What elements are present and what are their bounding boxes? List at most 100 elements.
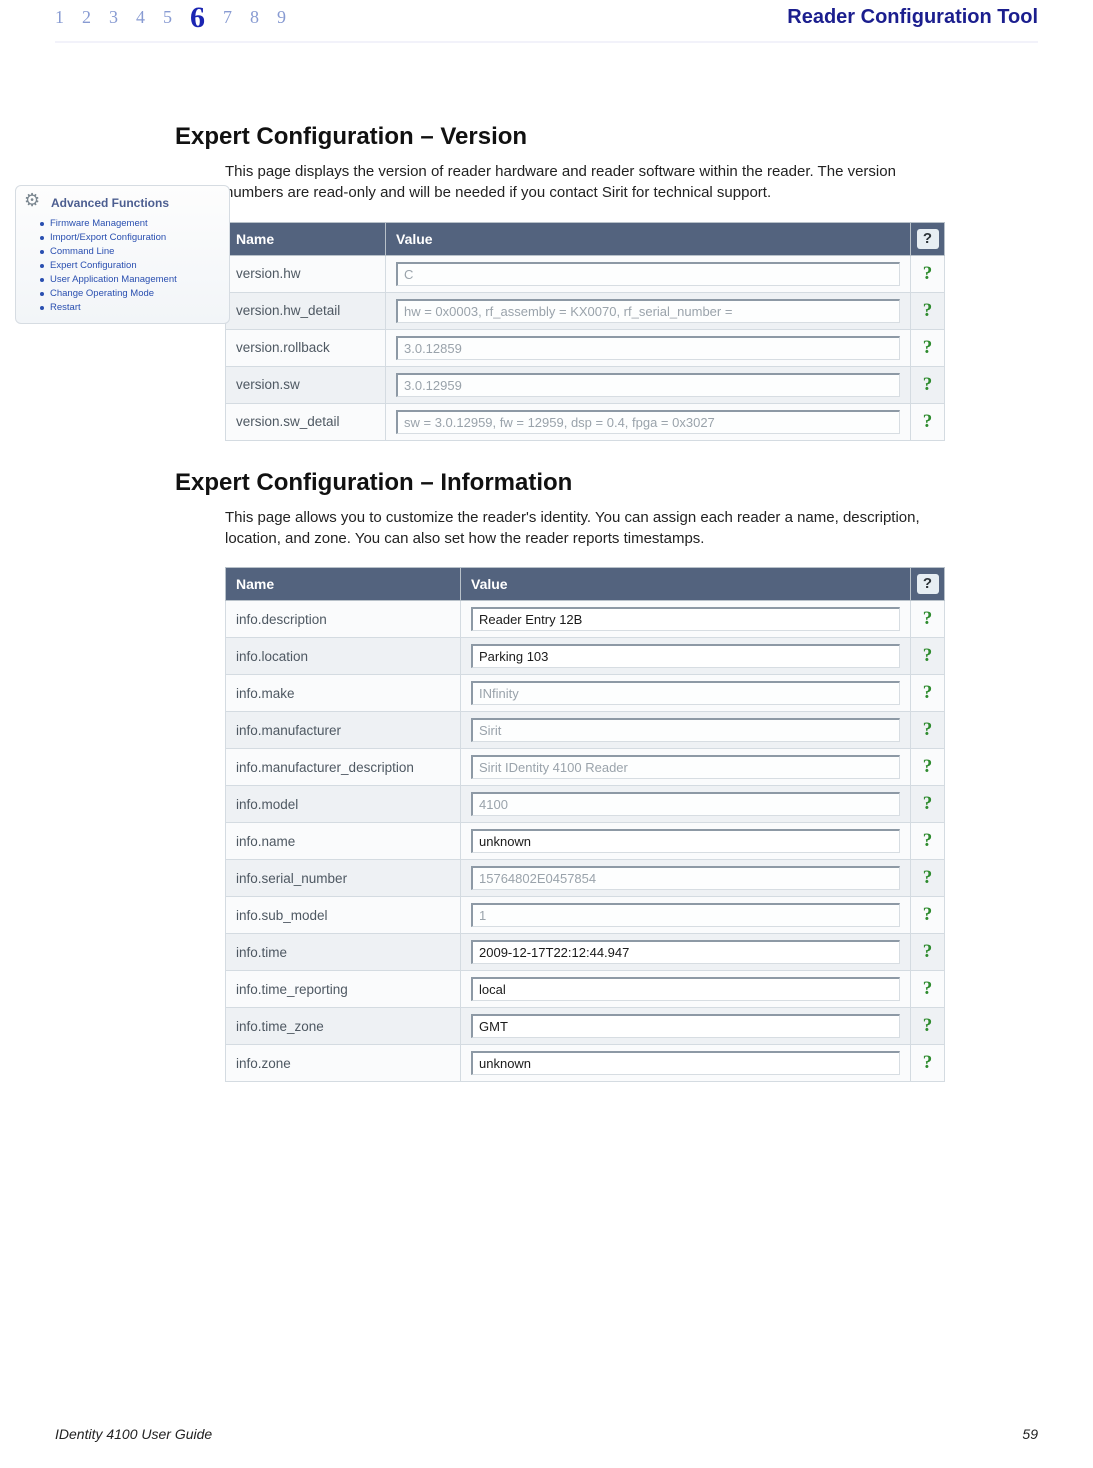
row-value-cell	[461, 638, 911, 675]
row-value-cell	[386, 255, 911, 292]
sidebar-item[interactable]: Restart	[42, 301, 221, 315]
row-value-input[interactable]	[471, 644, 900, 668]
row-value-cell	[461, 1008, 911, 1045]
row-value-input	[471, 718, 900, 742]
row-help-cell: ?	[911, 403, 945, 440]
column-help-header[interactable]: ?	[911, 222, 945, 255]
sidebar-list: Firmware ManagementImport/Export Configu…	[24, 217, 221, 315]
row-value-input	[471, 755, 900, 779]
sidebar-item[interactable]: Change Operating Mode	[42, 287, 221, 301]
table-row: info.manufacturer?	[226, 712, 945, 749]
section-information-text: This page allows you to customize the re…	[225, 507, 925, 550]
help-icon[interactable]: ?	[923, 978, 933, 999]
advanced-functions-sidebar: Advanced Functions Firmware ManagementIm…	[15, 185, 230, 324]
row-name: version.hw_detail	[226, 292, 386, 329]
row-help-cell: ?	[911, 366, 945, 403]
row-value-input[interactable]	[471, 829, 900, 853]
row-value-cell	[386, 403, 911, 440]
sidebar-item[interactable]: User Application Management	[42, 273, 221, 287]
row-name: info.model	[226, 786, 461, 823]
version-table: Name Value ? version.hw?version.hw_detai…	[225, 222, 945, 441]
row-name: info.manufacturer_description	[226, 749, 461, 786]
row-name: info.manufacturer	[226, 712, 461, 749]
help-icon[interactable]: ?	[923, 645, 933, 666]
row-help-cell: ?	[911, 749, 945, 786]
chapter-number[interactable]: 8	[250, 7, 259, 28]
table-row: info.serial_number?	[226, 860, 945, 897]
row-name: info.time_reporting	[226, 971, 461, 1008]
table-row: version.rollback?	[226, 329, 945, 366]
footer-left: IDentity 4100 User Guide	[55, 1426, 212, 1442]
help-icon[interactable]: ?	[923, 719, 933, 740]
row-name: info.description	[226, 601, 461, 638]
row-value-cell	[461, 786, 911, 823]
column-help-header[interactable]: ?	[911, 568, 945, 601]
help-icon[interactable]: ?	[923, 830, 933, 851]
row-value-input[interactable]	[471, 607, 900, 631]
column-name-header: Name	[226, 568, 461, 601]
row-value-cell	[461, 897, 911, 934]
row-value-cell	[461, 712, 911, 749]
chapter-number[interactable]: 1	[55, 7, 64, 28]
sidebar-item[interactable]: Expert Configuration	[42, 259, 221, 273]
row-name: info.serial_number	[226, 860, 461, 897]
sidebar-item[interactable]: Command Line	[42, 245, 221, 259]
chapter-number[interactable]: 5	[163, 7, 172, 28]
chapter-number[interactable]: 7	[223, 7, 232, 28]
row-value-input[interactable]	[471, 1051, 900, 1075]
row-name: version.sw_detail	[226, 403, 386, 440]
help-icon[interactable]: ?	[917, 574, 939, 594]
sidebar-item[interactable]: Import/Export Configuration	[42, 231, 221, 245]
help-icon[interactable]: ?	[923, 263, 933, 284]
help-icon[interactable]: ?	[923, 608, 933, 629]
chapter-number[interactable]: 9	[277, 7, 286, 28]
version-table-body: version.hw?version.hw_detail?version.rol…	[226, 255, 945, 440]
row-value-input[interactable]	[471, 940, 900, 964]
help-icon[interactable]: ?	[923, 300, 933, 321]
section-information-heading: Expert Configuration – Information	[175, 469, 1038, 497]
row-name: version.hw	[226, 255, 386, 292]
table-row: version.sw?	[226, 366, 945, 403]
row-value-cell	[386, 292, 911, 329]
table-row: info.model?	[226, 786, 945, 823]
help-icon[interactable]: ?	[923, 374, 933, 395]
page-footer: IDentity 4100 User Guide 59	[55, 1426, 1038, 1442]
help-icon[interactable]: ?	[923, 337, 933, 358]
chapter-number[interactable]: 3	[109, 7, 118, 28]
chapter-number[interactable]: 2	[82, 7, 91, 28]
row-value-cell	[461, 971, 911, 1008]
column-value-header: Value	[461, 568, 911, 601]
help-icon[interactable]: ?	[923, 411, 933, 432]
chapter-number[interactable]: 4	[136, 7, 145, 28]
help-icon[interactable]: ?	[923, 867, 933, 888]
row-name: info.location	[226, 638, 461, 675]
row-value-input	[396, 262, 900, 286]
help-icon[interactable]: ?	[923, 1052, 933, 1073]
sidebar-title: Advanced Functions	[51, 196, 169, 210]
help-icon[interactable]: ?	[923, 682, 933, 703]
chapter-number[interactable]: 6	[190, 9, 205, 30]
table-row: info.location?	[226, 638, 945, 675]
row-help-cell: ?	[911, 971, 945, 1008]
help-icon[interactable]: ?	[923, 1015, 933, 1036]
row-value-input	[396, 299, 900, 323]
row-name: version.rollback	[226, 329, 386, 366]
row-name: info.sub_model	[226, 897, 461, 934]
row-help-cell: ?	[911, 638, 945, 675]
help-icon[interactable]: ?	[923, 793, 933, 814]
row-name: info.time	[226, 934, 461, 971]
row-value-input[interactable]	[471, 1014, 900, 1038]
row-value-input[interactable]	[471, 977, 900, 1001]
help-icon[interactable]: ?	[923, 941, 933, 962]
row-help-cell: ?	[911, 1045, 945, 1082]
help-icon[interactable]: ?	[923, 756, 933, 777]
table-row: version.hw_detail?	[226, 292, 945, 329]
sidebar-item[interactable]: Firmware Management	[42, 217, 221, 231]
table-row: version.hw?	[226, 255, 945, 292]
table-row: info.time_reporting?	[226, 971, 945, 1008]
row-help-cell: ?	[911, 712, 945, 749]
row-value-input	[471, 792, 900, 816]
row-name: info.make	[226, 675, 461, 712]
help-icon[interactable]: ?	[923, 904, 933, 925]
help-icon[interactable]: ?	[917, 229, 939, 249]
